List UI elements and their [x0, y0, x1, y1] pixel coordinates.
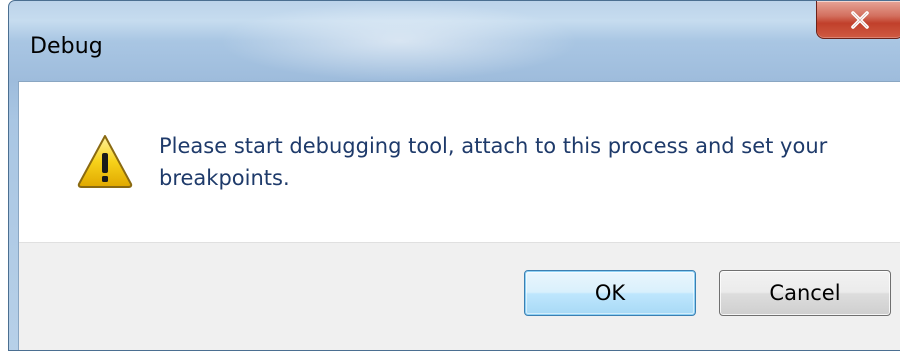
message-area: Please start debugging tool, attach to t…	[19, 82, 900, 242]
warning-icon	[77, 133, 133, 189]
cancel-button[interactable]: Cancel	[719, 270, 891, 316]
title-bar[interactable]: Debug	[9, 1, 900, 81]
debug-dialog-window: Debug Please start debugging tool, attac…	[8, 0, 900, 351]
close-button[interactable]	[816, 1, 900, 39]
close-icon	[850, 10, 870, 29]
dialog-title: Debug	[30, 34, 103, 59]
dialog-client-area: Please start debugging tool, attach to t…	[18, 81, 900, 350]
ok-button[interactable]: OK	[524, 270, 696, 316]
background-edge	[0, 0, 8, 351]
dialog-message: Please start debugging tool, attach to t…	[159, 134, 828, 190]
button-bar: OK Cancel	[19, 242, 900, 350]
